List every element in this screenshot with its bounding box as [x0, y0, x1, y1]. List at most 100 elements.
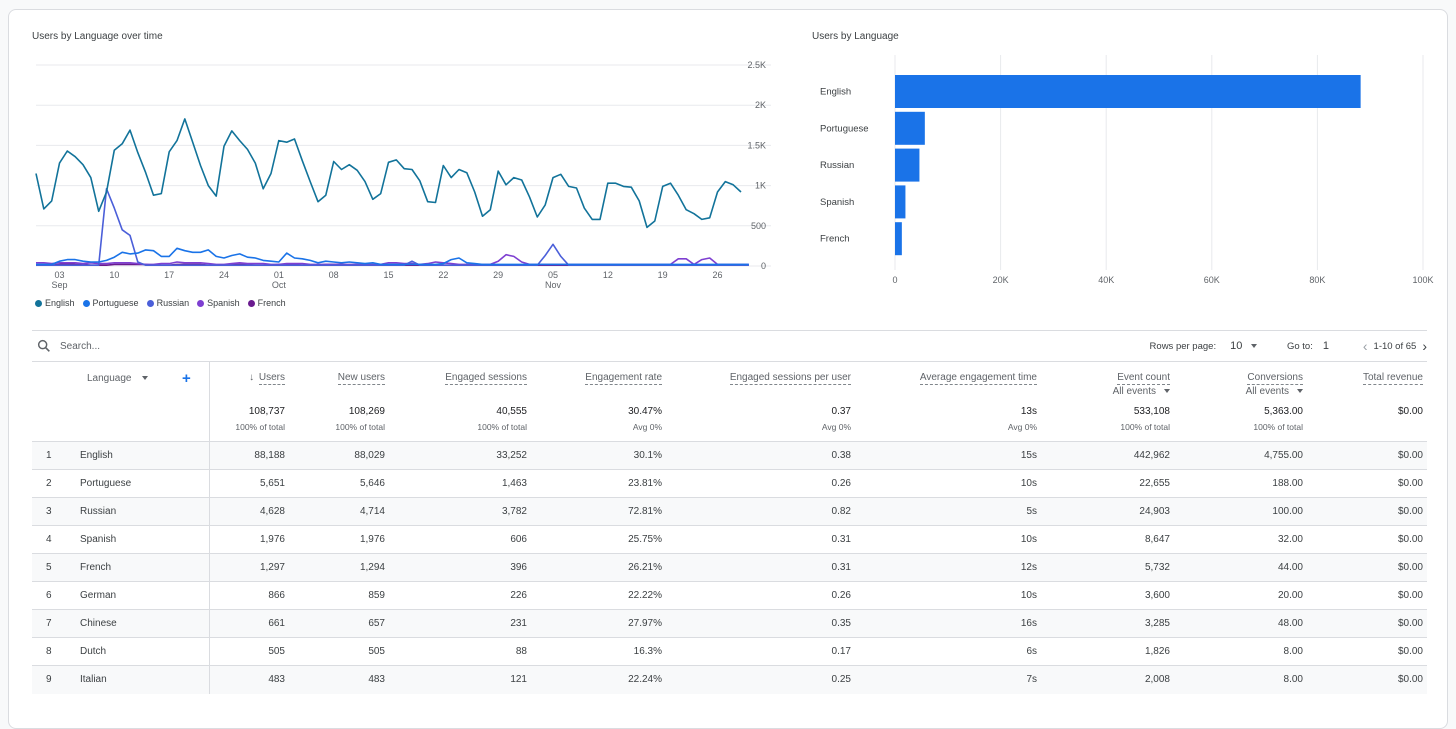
metric-cell: 505 — [268, 646, 285, 657]
row-index: 1 — [46, 450, 52, 461]
total-cell: 533,108 100% of total — [1041, 406, 1174, 442]
bar-chart[interactable]: 0 20K 40K 60K 80K 100K English Portuguese Russia… — [799, 50, 1439, 300]
table-row[interactable]: 9 Italian 483 483 121 22.24% 0.25 7s 2,008 8.00 $0… — [32, 665, 1427, 694]
table-row[interactable]: 8 Dutch 505 505 88 16.3% 0.17 6s 1,826 8.00 $0.00 — [32, 637, 1427, 666]
total-subtext: Avg 0% — [821, 422, 851, 432]
total-value: 5,363.00 — [1264, 406, 1303, 417]
total-cell: 108,269 100% of total — [289, 406, 389, 442]
metric-cell: 10s — [1020, 590, 1037, 601]
chevron-down-icon — [1164, 389, 1170, 394]
legend-item-spanish[interactable]: Spanish — [197, 298, 240, 308]
column-header-event-count[interactable]: Event count All events — [1041, 362, 1174, 406]
bar-label-english: English — [820, 87, 851, 98]
column-header-new-users[interactable]: New users — [289, 362, 389, 406]
legend-item-portuguese[interactable]: Portuguese — [82, 298, 139, 308]
legend-dot-icon — [197, 299, 205, 307]
column-header-label: Engaged sessions per user — [729, 372, 851, 385]
goto-input[interactable]: 1 — [1323, 340, 1353, 352]
total-subtext: 100% of total — [1253, 422, 1303, 432]
dimension-select[interactable]: Language — [87, 373, 149, 384]
total-cell: 40,555 100% of total — [389, 406, 531, 442]
metric-cell: 4,755.00 — [1264, 450, 1303, 461]
metric-cell: $0.00 — [1397, 478, 1423, 489]
table-row[interactable]: 1 English 88,188 88,029 33,252 30.1% 0.38 15s 44… — [32, 441, 1427, 470]
bar-russian — [895, 148, 920, 182]
metric-cell: 0.31 — [831, 562, 851, 573]
metric-cell: 226 — [510, 590, 527, 601]
column-header-label: Engaged sessions — [445, 372, 527, 385]
metric-cell: $0.00 — [1397, 674, 1423, 686]
column-header-engaged-sessions-per-user[interactable]: Engaged sessions per user — [666, 362, 855, 406]
legend-item-english[interactable]: English — [35, 298, 75, 308]
x-tick-label: 100K — [1412, 275, 1433, 285]
metric-filter-select[interactable]: All events — [1178, 386, 1303, 397]
total-value: $0.00 — [1397, 406, 1423, 417]
line-chart[interactable]: 0 500 1K 1.5K 2K 2.5K 03Sep 10 17 24 01Oct 08 15 22 29… — [9, 50, 789, 300]
metric-cell: 8.00 — [1283, 674, 1303, 686]
row-index: 4 — [46, 534, 52, 545]
metric-cell: 48.00 — [1277, 618, 1303, 629]
legend-dot-icon — [146, 299, 154, 307]
table-row[interactable]: 2 Portuguese 5,651 5,646 1,463 23.81% 0.26 10s 2… — [32, 469, 1427, 498]
x-tick-label: 0 — [892, 275, 897, 285]
metric-cell: 483 — [268, 674, 285, 686]
legend-item-russian[interactable]: Russian — [146, 298, 189, 308]
x-tick-label: 10 — [109, 270, 119, 280]
total-cell: 0.37 Avg 0% — [666, 406, 855, 442]
metric-cell: 30.1% — [633, 450, 662, 461]
language-cell: French — [76, 553, 210, 582]
metric-cell: 1,976 — [359, 534, 385, 545]
x-tick-label: 19 — [658, 270, 668, 280]
table-row[interactable]: 4 Spanish 1,976 1,976 606 25.75% 0.31 10s 8,647 3… — [32, 525, 1427, 554]
metric-cell: 26.21% — [628, 562, 662, 573]
row-index: 6 — [46, 590, 52, 601]
prev-page-icon[interactable]: ‹ — [1363, 338, 1368, 354]
metric-cell: $0.00 — [1397, 590, 1423, 601]
metric-cell: 88,188 — [254, 450, 285, 461]
table-row[interactable]: 3 Russian 4,628 4,714 3,782 72.81% 0.82 5s 24,90… — [32, 497, 1427, 526]
search-input[interactable] — [58, 337, 358, 355]
metric-cell: 22,655 — [1139, 478, 1170, 489]
column-header-conversions[interactable]: Conversions All events — [1174, 362, 1307, 406]
table-row[interactable]: 6 German 866 859 226 22.22% 0.26 10s 3,600 20.00 $… — [32, 581, 1427, 610]
table-row[interactable]: 7 Chinese 661 657 231 27.97% 0.35 16s 3,285 48.00… — [32, 609, 1427, 638]
metric-cell: 505 — [368, 646, 385, 657]
dimension-header: Language + — [32, 362, 210, 406]
column-header-label: Total revenue — [1362, 372, 1423, 385]
x-tick-label: 29 — [493, 270, 503, 280]
total-value: 13s — [1020, 406, 1037, 417]
legend-dot-icon — [35, 299, 42, 307]
metric-cell: 4,628 — [259, 506, 285, 517]
next-page-icon[interactable]: › — [1422, 338, 1427, 354]
total-subtext: 100% of total — [477, 422, 527, 432]
rows-per-page-label: Rows per page: — [1149, 340, 1217, 352]
metric-cell: 16s — [1020, 618, 1037, 629]
legend-label: French — [257, 298, 286, 308]
metric-cell: 121 — [510, 674, 527, 686]
x-tick-label: 24 — [219, 270, 229, 280]
metric-cell: 859 — [368, 590, 385, 601]
add-dimension-icon[interactable]: + — [182, 370, 191, 387]
metric-cell: 0.26 — [831, 478, 851, 489]
table-row[interactable]: 5 French 1,297 1,294 396 26.21% 0.31 12s 5,732 44… — [32, 553, 1427, 582]
column-header-engaged-sessions[interactable]: Engaged sessions — [389, 362, 531, 406]
language-cell: German — [76, 581, 210, 610]
column-header-label: Event count — [1117, 372, 1170, 385]
metric-cell: 8.00 — [1283, 646, 1303, 657]
column-header-users[interactable]: ↓ Users — [209, 362, 289, 406]
metric-filter-select[interactable]: All events — [1045, 386, 1170, 397]
metric-cell: 661 — [268, 618, 285, 629]
metric-cell: 3,600 — [1144, 590, 1170, 601]
series-line-portuguese — [36, 247, 749, 266]
metric-cell: $0.00 — [1397, 618, 1423, 629]
column-header-engagement-rate[interactable]: Engagement rate — [531, 362, 666, 406]
chevron-down-icon — [142, 376, 149, 381]
row-index: 9 — [46, 674, 52, 686]
rows-per-page-select[interactable]: 10 — [1230, 340, 1257, 352]
column-header-average-engagement-time[interactable]: Average engagement time — [855, 362, 1041, 406]
legend-item-french[interactable]: French — [247, 298, 286, 308]
column-header-total-revenue[interactable]: Total revenue — [1307, 362, 1427, 406]
line-chart-legend: English Portuguese Russian Spanish French — [35, 298, 286, 308]
metric-cell: 44.00 — [1277, 562, 1303, 573]
bar-spanish — [895, 185, 906, 219]
